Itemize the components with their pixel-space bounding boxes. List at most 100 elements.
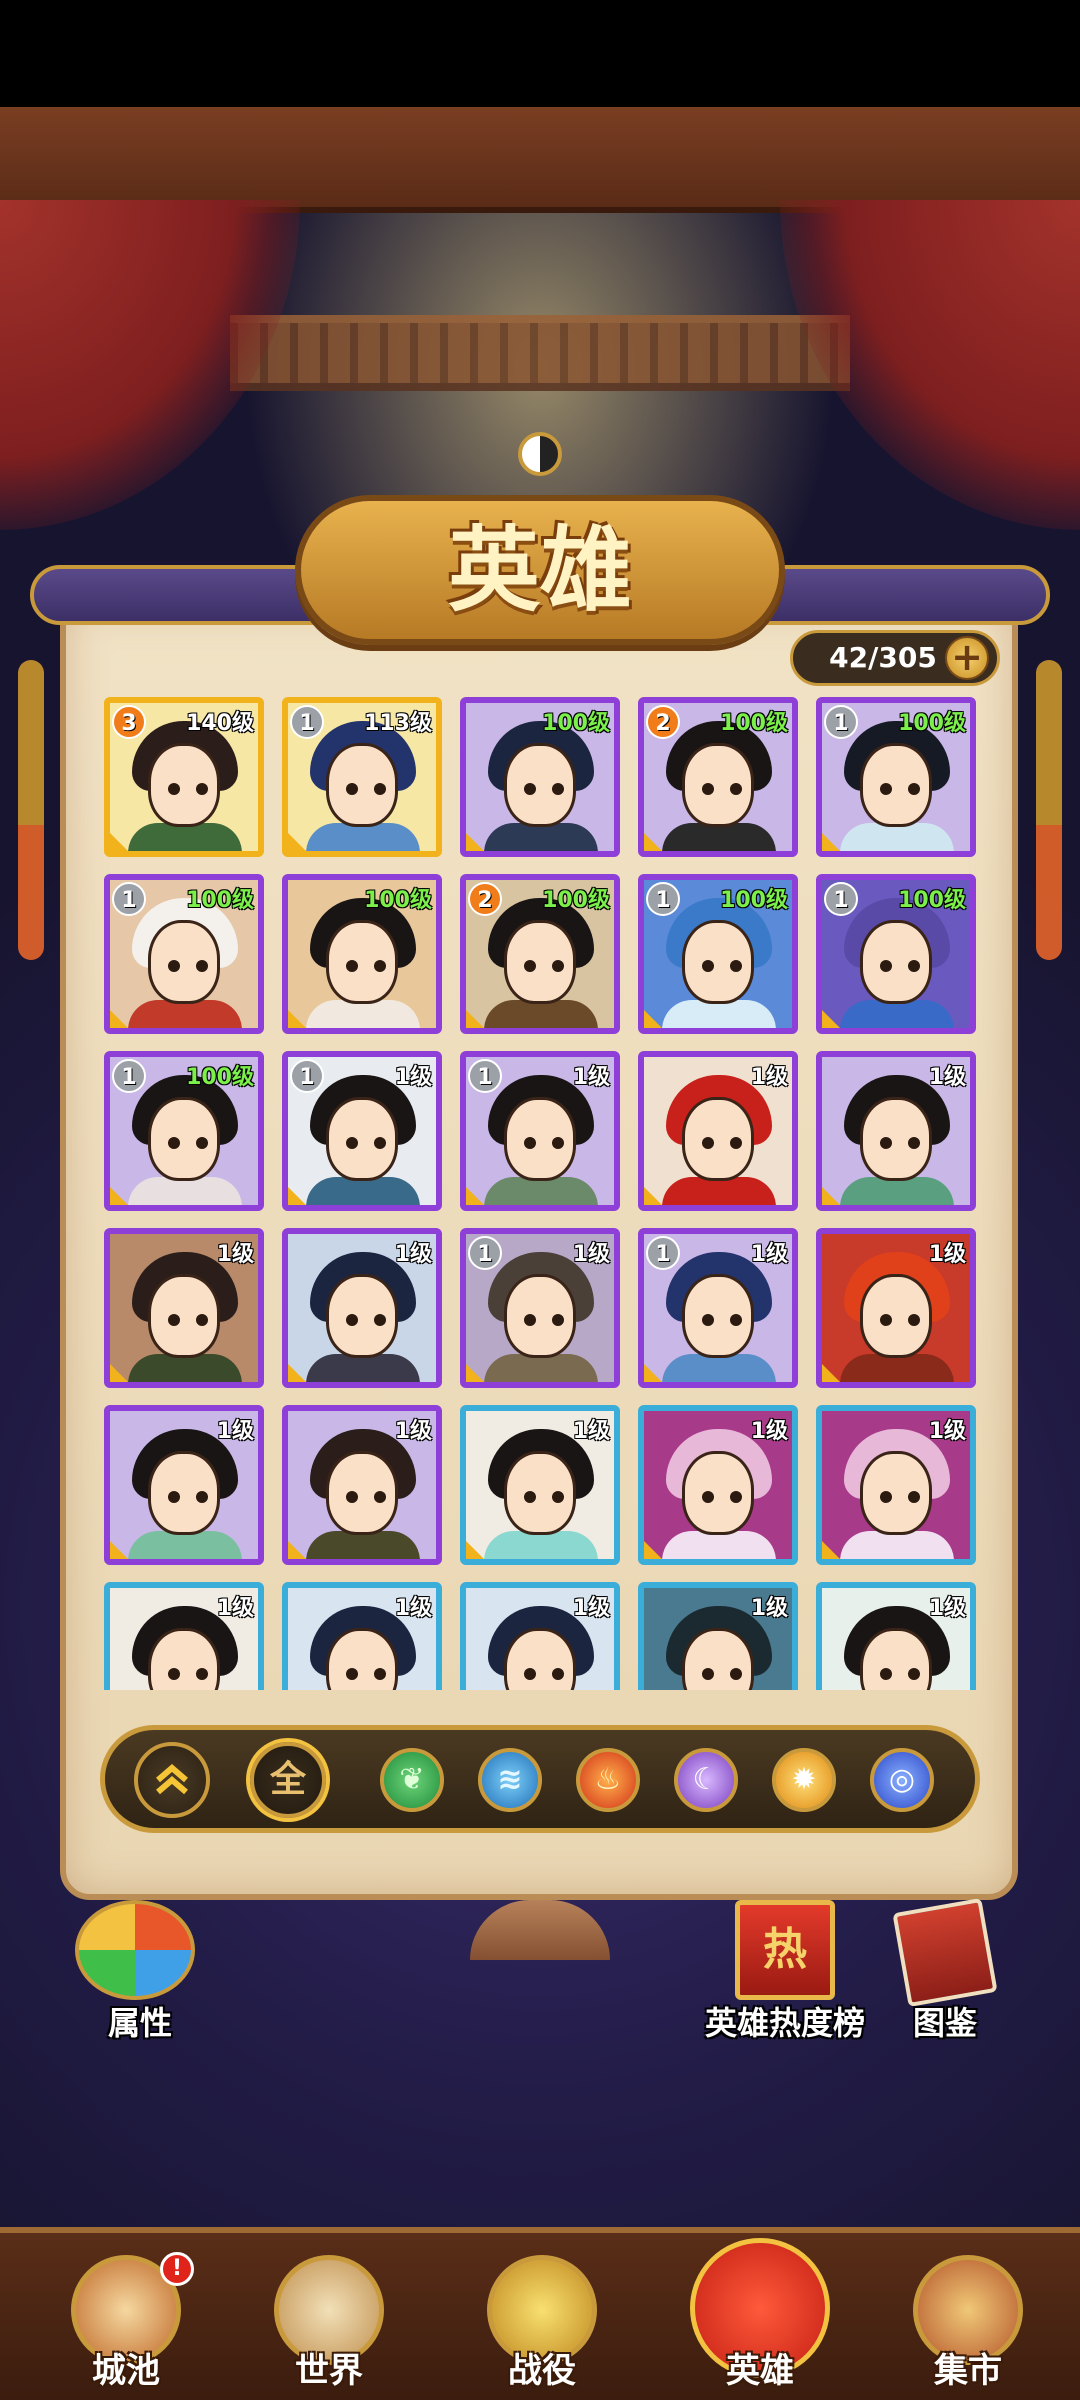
notification-badge: ! — [160, 2252, 194, 2286]
nav-battle-label: 战役 — [508, 2351, 576, 2391]
hero-level: 100级 — [542, 888, 610, 913]
star-badge: 1 — [468, 1059, 502, 1093]
hero-card[interactable]: 1级 — [282, 1582, 442, 1690]
hero-level: 1级 — [572, 1419, 610, 1444]
hero-level: 100级 — [720, 888, 788, 913]
hero-card[interactable]: 1级 — [282, 1228, 442, 1388]
star-badge: 1 — [112, 1059, 146, 1093]
hero-level: 1级 — [750, 1419, 788, 1444]
star-badge: 1 — [824, 705, 858, 739]
hero-card[interactable]: 1 100级 — [816, 874, 976, 1034]
hero-card[interactable]: 1级 — [816, 1405, 976, 1565]
hero-level: 100级 — [186, 1065, 254, 1090]
hero-grid: 3 140级 1 113级 100级 2 100级 1 100级 1 100级 100级 2 100级 1 1… — [100, 697, 980, 1690]
fire-icon: ♨ — [594, 1762, 622, 1797]
hero-card[interactable]: 100级 — [460, 697, 620, 857]
hero-level: 1级 — [928, 1065, 966, 1090]
hero-card[interactable]: 1级 — [816, 1051, 976, 1211]
star-badge: 1 — [468, 1236, 502, 1270]
hero-card[interactable]: 1 100级 — [104, 1051, 264, 1211]
hero-card[interactable]: 1 100级 — [816, 697, 976, 857]
hero-card[interactable]: 1级 — [460, 1582, 620, 1690]
hero-card[interactable]: 1级 — [638, 1582, 798, 1690]
star-badge: 2 — [646, 705, 680, 739]
hero-level: 1级 — [928, 1242, 966, 1267]
hero-level: 1级 — [750, 1596, 788, 1621]
star-badge: 1 — [824, 882, 858, 916]
hero-level: 1级 — [216, 1242, 254, 1267]
sort-toggle-button[interactable] — [134, 1742, 210, 1818]
stage-railing — [230, 315, 850, 391]
filter-water-button[interactable]: ≋ — [478, 1748, 542, 1812]
hero-card[interactable]: 1 1级 — [460, 1228, 620, 1388]
hero-level: 1级 — [216, 1419, 254, 1444]
star-badge: 2 — [468, 882, 502, 916]
star-badge: 3 — [112, 705, 146, 739]
hero-card[interactable]: 1级 — [638, 1051, 798, 1211]
nav-city-label: 城池 — [92, 2351, 160, 2391]
hero-card[interactable]: 1 1级 — [282, 1051, 442, 1211]
hero-level: 1级 — [394, 1242, 432, 1267]
hero-card[interactable]: 1级 — [460, 1405, 620, 1565]
hero-card[interactable]: 2 100级 — [460, 874, 620, 1034]
yin-yang-icon — [518, 432, 562, 476]
wind-icon: ◎ — [888, 1762, 916, 1797]
hero-card[interactable]: 100级 — [282, 874, 442, 1034]
hero-card[interactable]: 1级 — [816, 1228, 976, 1388]
status-bar — [0, 0, 1080, 107]
hero-level: 1级 — [216, 1596, 254, 1621]
nav-hero-label: 英雄 — [726, 2351, 794, 2391]
hero-card[interactable]: 3 140级 — [104, 697, 264, 857]
hero-level: 1级 — [394, 1065, 432, 1090]
hero-card[interactable]: 1级 — [282, 1405, 442, 1565]
hero-card[interactable]: 1级 — [816, 1582, 976, 1690]
hero-card[interactable]: 1级 — [104, 1582, 264, 1690]
double-chevron-up-icon — [156, 1764, 188, 1795]
hero-card[interactable]: 1 1级 — [460, 1051, 620, 1211]
hero-level: 100级 — [898, 711, 966, 736]
nav-world-label: 世界 — [295, 2351, 363, 2391]
hero-level: 1级 — [572, 1596, 610, 1621]
star-badge: 1 — [290, 705, 324, 739]
filter-fire-button[interactable]: ♨ — [576, 1748, 640, 1812]
nav-market-label: 集市 — [934, 2351, 1002, 2391]
wood-icon: ❦ — [399, 1762, 425, 1797]
hero-card[interactable]: 1级 — [104, 1228, 264, 1388]
filter-all-button[interactable]: 全 — [250, 1742, 326, 1818]
hero-card[interactable]: 1 1级 — [638, 1228, 798, 1388]
filter-wind-button[interactable]: ◎ — [870, 1748, 934, 1812]
filter-light-button[interactable]: ✹ — [772, 1748, 836, 1812]
star-badge: 1 — [646, 1236, 680, 1270]
hero-level: 100级 — [898, 888, 966, 913]
hero-card[interactable]: 2 100级 — [638, 697, 798, 857]
filter-wood-button[interactable]: ❦ — [380, 1748, 444, 1812]
hero-card[interactable]: 1级 — [104, 1405, 264, 1565]
hero-card[interactable]: 1 113级 — [282, 697, 442, 857]
hero-level: 1级 — [928, 1596, 966, 1621]
sun-icon: ✹ — [791, 1762, 817, 1797]
hero-level: 140级 — [186, 711, 254, 736]
add-slot-button[interactable]: + — [945, 636, 989, 680]
ranking-icon: 热 — [735, 1900, 835, 2000]
hero-level: 100级 — [720, 711, 788, 736]
tassel-left — [18, 660, 44, 960]
hero-level: 113级 — [364, 711, 432, 736]
hero-level: 1级 — [750, 1065, 788, 1090]
hero-count: 42/305 — [829, 641, 937, 674]
codex-label: 图鉴 — [912, 2004, 977, 2042]
hero-card[interactable]: 1 100级 — [104, 874, 264, 1034]
water-icon: ≋ — [497, 1762, 523, 1797]
hero-level: 100级 — [186, 888, 254, 913]
hero-card[interactable]: 1 100级 — [638, 874, 798, 1034]
star-badge: 1 — [646, 882, 680, 916]
hero-card[interactable]: 1级 — [638, 1405, 798, 1565]
hero-level: 1级 — [572, 1242, 610, 1267]
tassel-right — [1036, 660, 1062, 960]
stage-canopy — [0, 107, 1080, 213]
attribute-label: 属性 — [107, 2004, 172, 2042]
book-icon — [892, 1897, 998, 2008]
filter-dark-button[interactable]: ☾ — [674, 1748, 738, 1812]
page-title: 英雄 — [447, 516, 632, 624]
hero-level: 1级 — [928, 1419, 966, 1444]
star-badge: 1 — [112, 882, 146, 916]
